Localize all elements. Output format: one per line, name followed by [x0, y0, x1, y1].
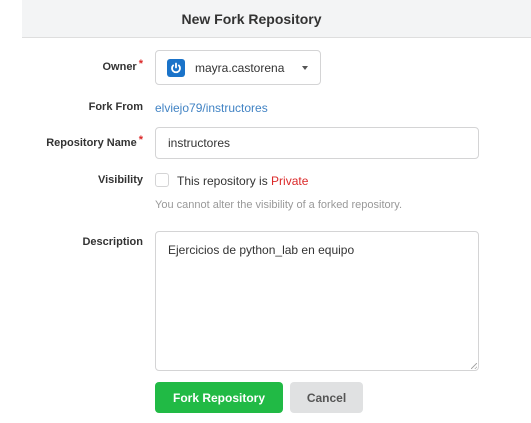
visibility-help-text: You cannot alter the visibility of a for…	[155, 199, 403, 211]
page-title: New Fork Repository	[181, 10, 322, 27]
fork-repository-button[interactable]: Fork Repository	[155, 382, 283, 413]
owner-dropdown[interactable]: mayra.castorena	[155, 50, 321, 85]
repo-name-label: Repository Name *	[46, 134, 143, 149]
repo-name-input[interactable]	[155, 127, 479, 159]
visibility-label: Visibility	[97, 174, 143, 186]
fork-from-label: Fork From	[88, 101, 143, 113]
private-text: Private	[271, 174, 309, 188]
description-textarea[interactable]: Ejercicios de python_lab en equipo	[155, 231, 479, 371]
private-checkbox-label[interactable]: This repository is Private	[177, 174, 308, 188]
power-icon	[171, 62, 181, 73]
chevron-down-icon	[302, 66, 308, 70]
required-mark: *	[138, 58, 143, 70]
private-checkbox[interactable]	[155, 173, 169, 187]
modal-header: New Fork Repository	[22, 0, 531, 38]
description-label: Description	[82, 236, 143, 248]
required-mark: *	[138, 134, 143, 146]
cancel-button[interactable]: Cancel	[290, 382, 363, 413]
owner-name: mayra.castorena	[195, 60, 285, 75]
resize-handle-icon[interactable]	[471, 363, 477, 369]
owner-label: Owner *	[102, 58, 143, 73]
avatar	[167, 58, 185, 77]
fork-source-link[interactable]: elviejo79/instructores	[155, 101, 268, 115]
